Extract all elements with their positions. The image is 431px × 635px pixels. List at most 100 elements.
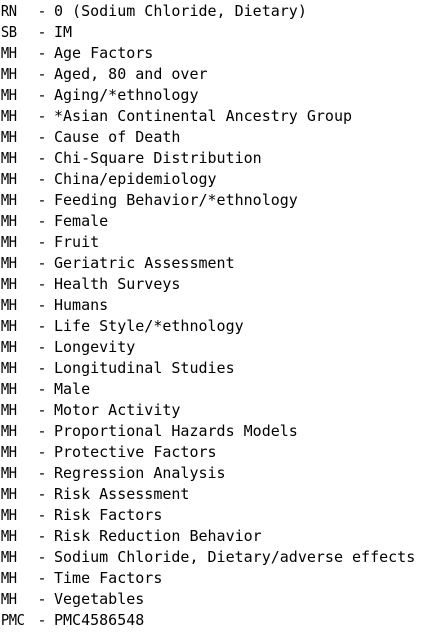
record-line: MH - Fruit	[0, 232, 431, 253]
field-separator: -	[37, 65, 47, 83]
field-separator: -	[37, 233, 47, 251]
field-value: Fruit	[54, 233, 100, 251]
field-value: PMC4586548	[54, 611, 145, 629]
field-value: Regression Analysis	[54, 464, 226, 482]
record-line: SB - IM	[0, 22, 431, 43]
field-tag: MH	[0, 128, 17, 146]
record-line: RN -0 (Sodium Chloride, Dietary)	[0, 1, 431, 22]
field-value: Longitudinal Studies	[54, 359, 235, 377]
field-separator: -	[37, 443, 47, 461]
field-separator: -	[37, 170, 47, 188]
record-line: MH - Feeding Behavior/*ethnology	[0, 190, 431, 211]
field-tag: MH	[0, 191, 17, 209]
field-separator: -	[37, 380, 47, 398]
field-separator: -	[37, 191, 47, 209]
record-line: MH - Female	[0, 211, 431, 232]
field-separator: -	[37, 401, 47, 419]
field-value: Cause of Death	[54, 128, 181, 146]
field-tag: SB	[0, 23, 17, 41]
field-tag: MH	[0, 65, 17, 83]
field-separator: -	[37, 2, 47, 20]
field-value: Male	[54, 380, 91, 398]
field-tag: MH	[0, 233, 17, 251]
field-value: Aging/*ethnology	[54, 86, 199, 104]
field-value: Motor Activity	[54, 401, 181, 419]
field-separator: -	[37, 464, 47, 482]
record-line: MH - Motor Activity	[0, 400, 431, 421]
field-separator: -	[37, 590, 47, 608]
field-separator: -	[37, 548, 47, 566]
field-separator: -	[37, 317, 47, 335]
field-value: Female	[54, 212, 109, 230]
field-value: Geriatric Assessment	[54, 254, 235, 272]
record-line: MH - Time Factors	[0, 568, 431, 589]
record-line: MH - Longevity	[0, 337, 431, 358]
record-line: MH - Age Factors	[0, 43, 431, 64]
record-line: MH - Protective Factors	[0, 442, 431, 463]
record-line: MH - *Asian Continental Ancestry Group	[0, 106, 431, 127]
field-value: Humans	[54, 296, 109, 314]
field-value: 0 (Sodium Chloride, Dietary)	[54, 2, 307, 20]
field-tag: MH	[0, 170, 17, 188]
field-separator: -	[37, 338, 47, 356]
field-value: Risk Assessment	[54, 485, 190, 503]
record-line: MH - Risk Reduction Behavior	[0, 526, 431, 547]
field-value: *Asian Continental Ancestry Group	[54, 107, 353, 125]
field-tag: MH	[0, 527, 17, 545]
field-value: Protective Factors	[54, 443, 217, 461]
field-value: Risk Factors	[54, 506, 163, 524]
field-tag: MH	[0, 485, 17, 503]
field-separator: -	[37, 23, 47, 41]
field-separator: -	[37, 485, 47, 503]
field-separator: -	[37, 359, 47, 377]
record-line: MH - Cause of Death	[0, 127, 431, 148]
field-tag: MH	[0, 149, 17, 167]
field-value: Life Style/*ethnology	[54, 317, 244, 335]
field-tag: MH	[0, 590, 17, 608]
medline-record: RN -0 (Sodium Chloride, Dietary) SB - IM MH - A…	[0, 0, 431, 635]
field-separator: -	[37, 422, 47, 440]
field-value: Aged, 80 and over	[54, 65, 208, 83]
record-line: MH - Humans	[0, 295, 431, 316]
field-tag: PMC	[0, 611, 25, 629]
record-line: MH - Aging/*ethnology	[0, 85, 431, 106]
field-value: Vegetables	[54, 590, 145, 608]
record-line: MH - Health Surveys	[0, 274, 431, 295]
field-tag: MH	[0, 359, 17, 377]
field-value: Age Factors	[54, 44, 154, 62]
record-line: MH - Chi-Square Distribution	[0, 148, 431, 169]
record-line: MH - China/epidemiology	[0, 169, 431, 190]
record-line: MH - Sodium Chloride, Dietary/adverse effe…	[0, 547, 431, 568]
field-separator: -	[37, 128, 47, 146]
record-line: PMC - PMC4586548	[0, 610, 431, 631]
field-value: Longevity	[54, 338, 136, 356]
record-line: MH - Aged, 80 and over	[0, 64, 431, 85]
field-tag: MH	[0, 506, 17, 524]
field-value: China/epidemiology	[54, 170, 217, 188]
field-separator: -	[37, 212, 47, 230]
field-separator: -	[37, 149, 47, 167]
field-value: Chi-Square Distribution	[54, 149, 262, 167]
field-separator: -	[37, 107, 47, 125]
record-line: MH - Male	[0, 379, 431, 400]
field-value: Health Surveys	[54, 275, 181, 293]
field-value: Risk Reduction Behavior	[54, 527, 262, 545]
record-line: MH - Geriatric Assessment	[0, 253, 431, 274]
record-line: MH - Risk Factors	[0, 505, 431, 526]
field-tag: MH	[0, 107, 17, 125]
field-tag: MH	[0, 569, 17, 587]
field-value: Time Factors	[54, 569, 163, 587]
field-tag: MH	[0, 254, 17, 272]
field-separator: -	[37, 611, 47, 629]
field-tag: MH	[0, 464, 17, 482]
field-value: Feeding Behavior/*ethnology	[54, 191, 298, 209]
field-separator: -	[37, 506, 47, 524]
field-tag: MH	[0, 317, 17, 335]
field-separator: -	[37, 569, 47, 587]
record-line: MH - Regression Analysis	[0, 463, 431, 484]
field-tag: MH	[0, 380, 17, 398]
record-line: MH - Longitudinal Studies	[0, 358, 431, 379]
field-value: Proportional Hazards Models	[54, 422, 298, 440]
field-tag: MH	[0, 296, 17, 314]
field-separator: -	[37, 275, 47, 293]
